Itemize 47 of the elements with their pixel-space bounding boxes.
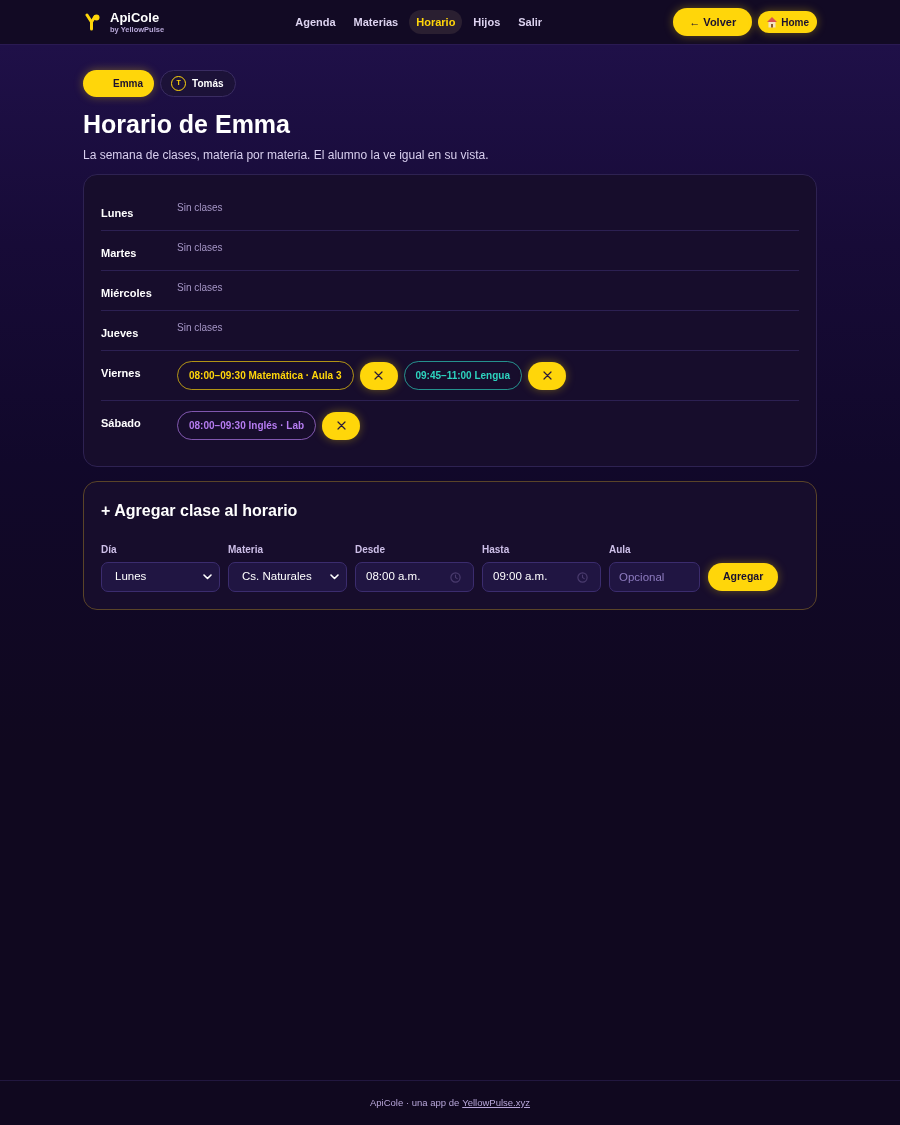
- add-button[interactable]: Agregar: [708, 563, 779, 591]
- clock-icon: [450, 571, 461, 583]
- nav-link[interactable]: Horario: [409, 10, 463, 34]
- empty-note: Sin clases: [177, 281, 223, 294]
- chevron-down-icon: [330, 574, 339, 580]
- select-field[interactable]: Cs. Naturales: [228, 562, 347, 592]
- child-tab[interactable]: Emma: [83, 70, 154, 97]
- footer-text: ApiCole · una app de: [369, 1095, 460, 1110]
- empty-note: Sin clases: [177, 321, 223, 334]
- clock-icon: [577, 571, 588, 583]
- time-field[interactable]: 09:00 a.m.: [482, 562, 601, 592]
- day-label: Viernes: [101, 366, 142, 380]
- page-subtitle: La semana de clases, materia por materia. El alumno la ve igual en su vista.: [83, 147, 490, 163]
- close-icon: [542, 371, 552, 380]
- logo-icon: [85, 13, 101, 31]
- day-label: Sábado: [101, 416, 142, 430]
- nav-link[interactable]: Materias: [346, 10, 406, 34]
- nav-link[interactable]: Agenda: [288, 10, 343, 34]
- input-field[interactable]: Opcional: [609, 562, 700, 592]
- field-label: Desde: [355, 544, 386, 556]
- back-button[interactable]: ← Volver: [673, 8, 753, 36]
- empty-note: Sin clases: [177, 241, 223, 254]
- close-icon: [374, 371, 383, 380]
- day-label: Lunes: [101, 206, 135, 220]
- field-label: Hasta: [482, 544, 511, 556]
- select-field[interactable]: Lunes: [101, 562, 220, 592]
- remove-button[interactable]: [528, 361, 566, 390]
- page-title: Horario de Emma: [83, 109, 291, 139]
- field-label: Materia: [228, 544, 264, 556]
- day-label: Miércoles: [101, 286, 153, 300]
- remove-button[interactable]: [359, 361, 398, 390]
- house-icon: [766, 16, 779, 28]
- day-label: Martes: [101, 246, 138, 260]
- nav-link[interactable]: Hijos: [466, 10, 508, 34]
- footer-link[interactable]: YellowPulse.xyz: [462, 1095, 530, 1111]
- empty-note: Sin clases: [177, 201, 223, 214]
- day-label: Jueves: [101, 326, 140, 340]
- chevron-down-icon: [203, 574, 212, 580]
- field-label: Día: [101, 544, 118, 556]
- remove-button[interactable]: [322, 411, 361, 440]
- home-button[interactable]: Home: [758, 11, 817, 33]
- close-icon: [336, 421, 346, 430]
- field-label: Aula: [609, 544, 632, 556]
- form-title: + Agregar clase al horario: [101, 501, 299, 521]
- nav-link[interactable]: Salir: [511, 10, 550, 34]
- brand-name: ApiCole: [110, 10, 161, 25]
- time-field[interactable]: 08:00 a.m.: [355, 562, 474, 592]
